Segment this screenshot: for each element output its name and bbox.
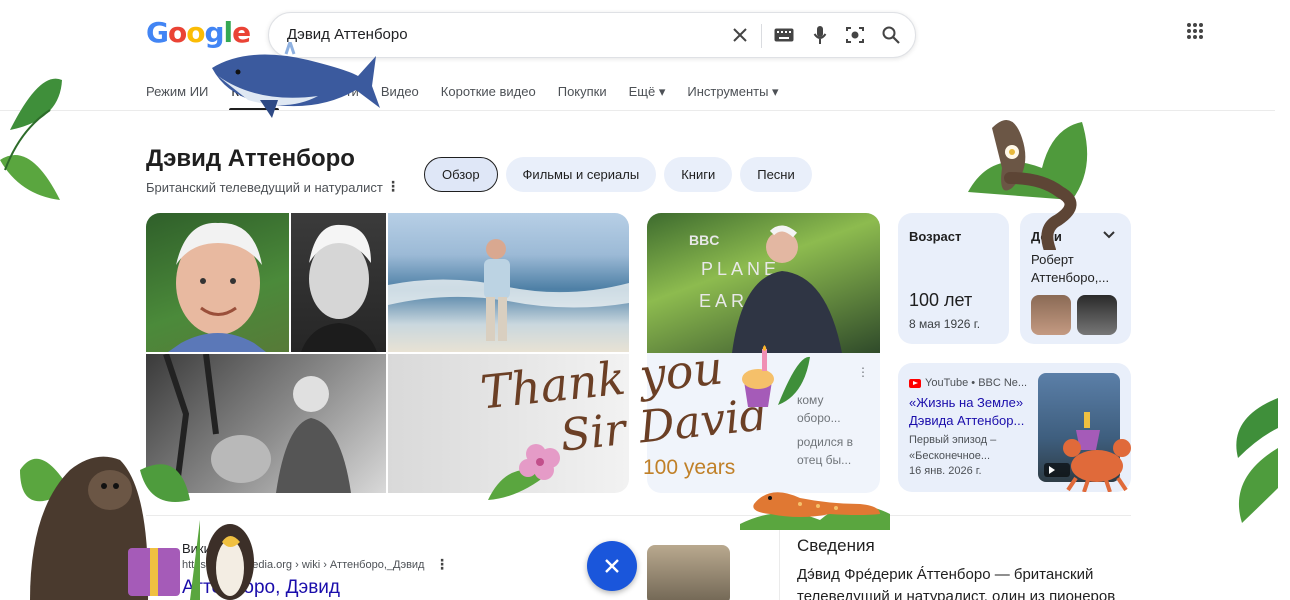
header-divider	[0, 110, 1275, 111]
search-divider	[761, 24, 762, 48]
bw-portrait-photo[interactable]	[291, 213, 386, 352]
entity-subtitle: Британский телеведущий и натуралист	[146, 180, 383, 195]
clear-icon[interactable]	[727, 22, 753, 48]
video-title[interactable]: «Жизнь на Земле» Дэвида Аттенбор...	[909, 394, 1037, 430]
svg-text:EAR: EAR	[699, 291, 748, 311]
result-menu-icon[interactable]: ⋮	[435, 556, 449, 573]
tab-shorts[interactable]: Короткие видео	[441, 84, 536, 100]
image-grid	[146, 213, 629, 493]
results-divider	[146, 515, 1131, 516]
keyboard-icon[interactable]	[771, 22, 797, 48]
google-logo[interactable]: Google	[146, 16, 251, 49]
tab-tools[interactable]: Инструменты ▾	[687, 84, 778, 100]
tab-more[interactable]: Ещё ▾	[629, 84, 666, 100]
child-avatar-2[interactable]	[1077, 295, 1117, 335]
archive-photo[interactable]	[146, 354, 386, 493]
side-divider	[779, 530, 780, 600]
more-options-icon[interactable]: ⋮	[386, 178, 400, 195]
chevron-down-icon[interactable]	[1102, 227, 1116, 245]
leaf-decoration-right	[1236, 398, 1278, 523]
tab-video[interactable]: Видео	[381, 84, 419, 100]
search-icon[interactable]	[878, 22, 904, 48]
children-names: Роберт Аттенборо,...	[1031, 252, 1110, 285]
search-input[interactable]	[287, 26, 707, 43]
leaf-decoration-left	[0, 78, 62, 200]
children-label: Дети	[1031, 229, 1062, 244]
feature-card-text: кому оборо... родился в отец бы...	[797, 393, 853, 467]
about-text: Дэ́вид Фре́дерик А́ттенборо — британский…	[797, 566, 1116, 600]
apps-grid-icon[interactable]	[1186, 22, 1208, 44]
result-thumbnail[interactable]	[647, 545, 730, 600]
beach-photo[interactable]	[388, 213, 629, 352]
close-doodle-button[interactable]	[587, 541, 637, 591]
tab-news[interactable]: Новости	[308, 84, 358, 100]
chip-books[interactable]: Книги	[664, 157, 733, 192]
svg-text:BBC: BBC	[689, 232, 719, 248]
video-source: YouTube • BBC Ne...	[909, 377, 1027, 389]
tab-images[interactable]: Картинки	[231, 84, 286, 100]
search-tabs: Режим ИИ Картинки Новости Видео Короткие…	[146, 84, 801, 100]
tab-shopping[interactable]: Покупки	[558, 84, 607, 100]
search-box[interactable]	[268, 12, 916, 58]
video-thumbnail[interactable]	[1038, 373, 1120, 482]
video-description: Первый эпизод – «Бесконечное...	[909, 434, 997, 462]
doodle-years: 100 years	[643, 456, 736, 479]
result-url[interactable]: https://ru.wikipedia.org › wiki › Аттенб…	[182, 559, 424, 571]
child-avatar-1[interactable]	[1031, 295, 1071, 335]
age-value: 100 лет	[909, 290, 973, 310]
chip-films[interactable]: Фильмы и сериалы	[505, 157, 657, 192]
video-date: 16 янв. 2026 г.	[909, 465, 982, 477]
result-site-name: Википедия	[182, 541, 247, 556]
portrait-photo[interactable]	[146, 213, 289, 352]
tab-ai-mode[interactable]: Режим ИИ	[146, 84, 208, 100]
close-icon	[605, 559, 619, 573]
result-title-link[interactable]: Аттенборо, Дэвид	[182, 577, 340, 599]
about-title: Сведения	[797, 536, 875, 555]
planet-earth-photo: BBC PLANE EAR	[647, 213, 880, 353]
entity-title: Дэвид Аттенборо	[146, 145, 355, 172]
entity-chips: Обзор Фильмы и сериалы Книги Песни	[424, 157, 812, 192]
chip-overview[interactable]: Обзор	[424, 157, 498, 192]
chip-songs[interactable]: Песни	[740, 157, 812, 192]
feature-card-menu-icon[interactable]: ⋮	[857, 365, 869, 379]
age-card[interactable]: Возраст 100 лет 8 мая 1926 г.	[898, 213, 1009, 344]
birth-date: 8 мая 1926 г.	[909, 317, 981, 331]
microphone-icon[interactable]	[807, 22, 833, 48]
age-label: Возраст	[909, 229, 962, 244]
children-card[interactable]: Дети Роберт Аттенборо,...	[1020, 213, 1131, 344]
lens-icon[interactable]	[842, 22, 868, 48]
video-card[interactable]: YouTube • BBC Ne... «Жизнь на Земле» Дэв…	[898, 363, 1131, 492]
youtube-icon	[909, 378, 921, 388]
